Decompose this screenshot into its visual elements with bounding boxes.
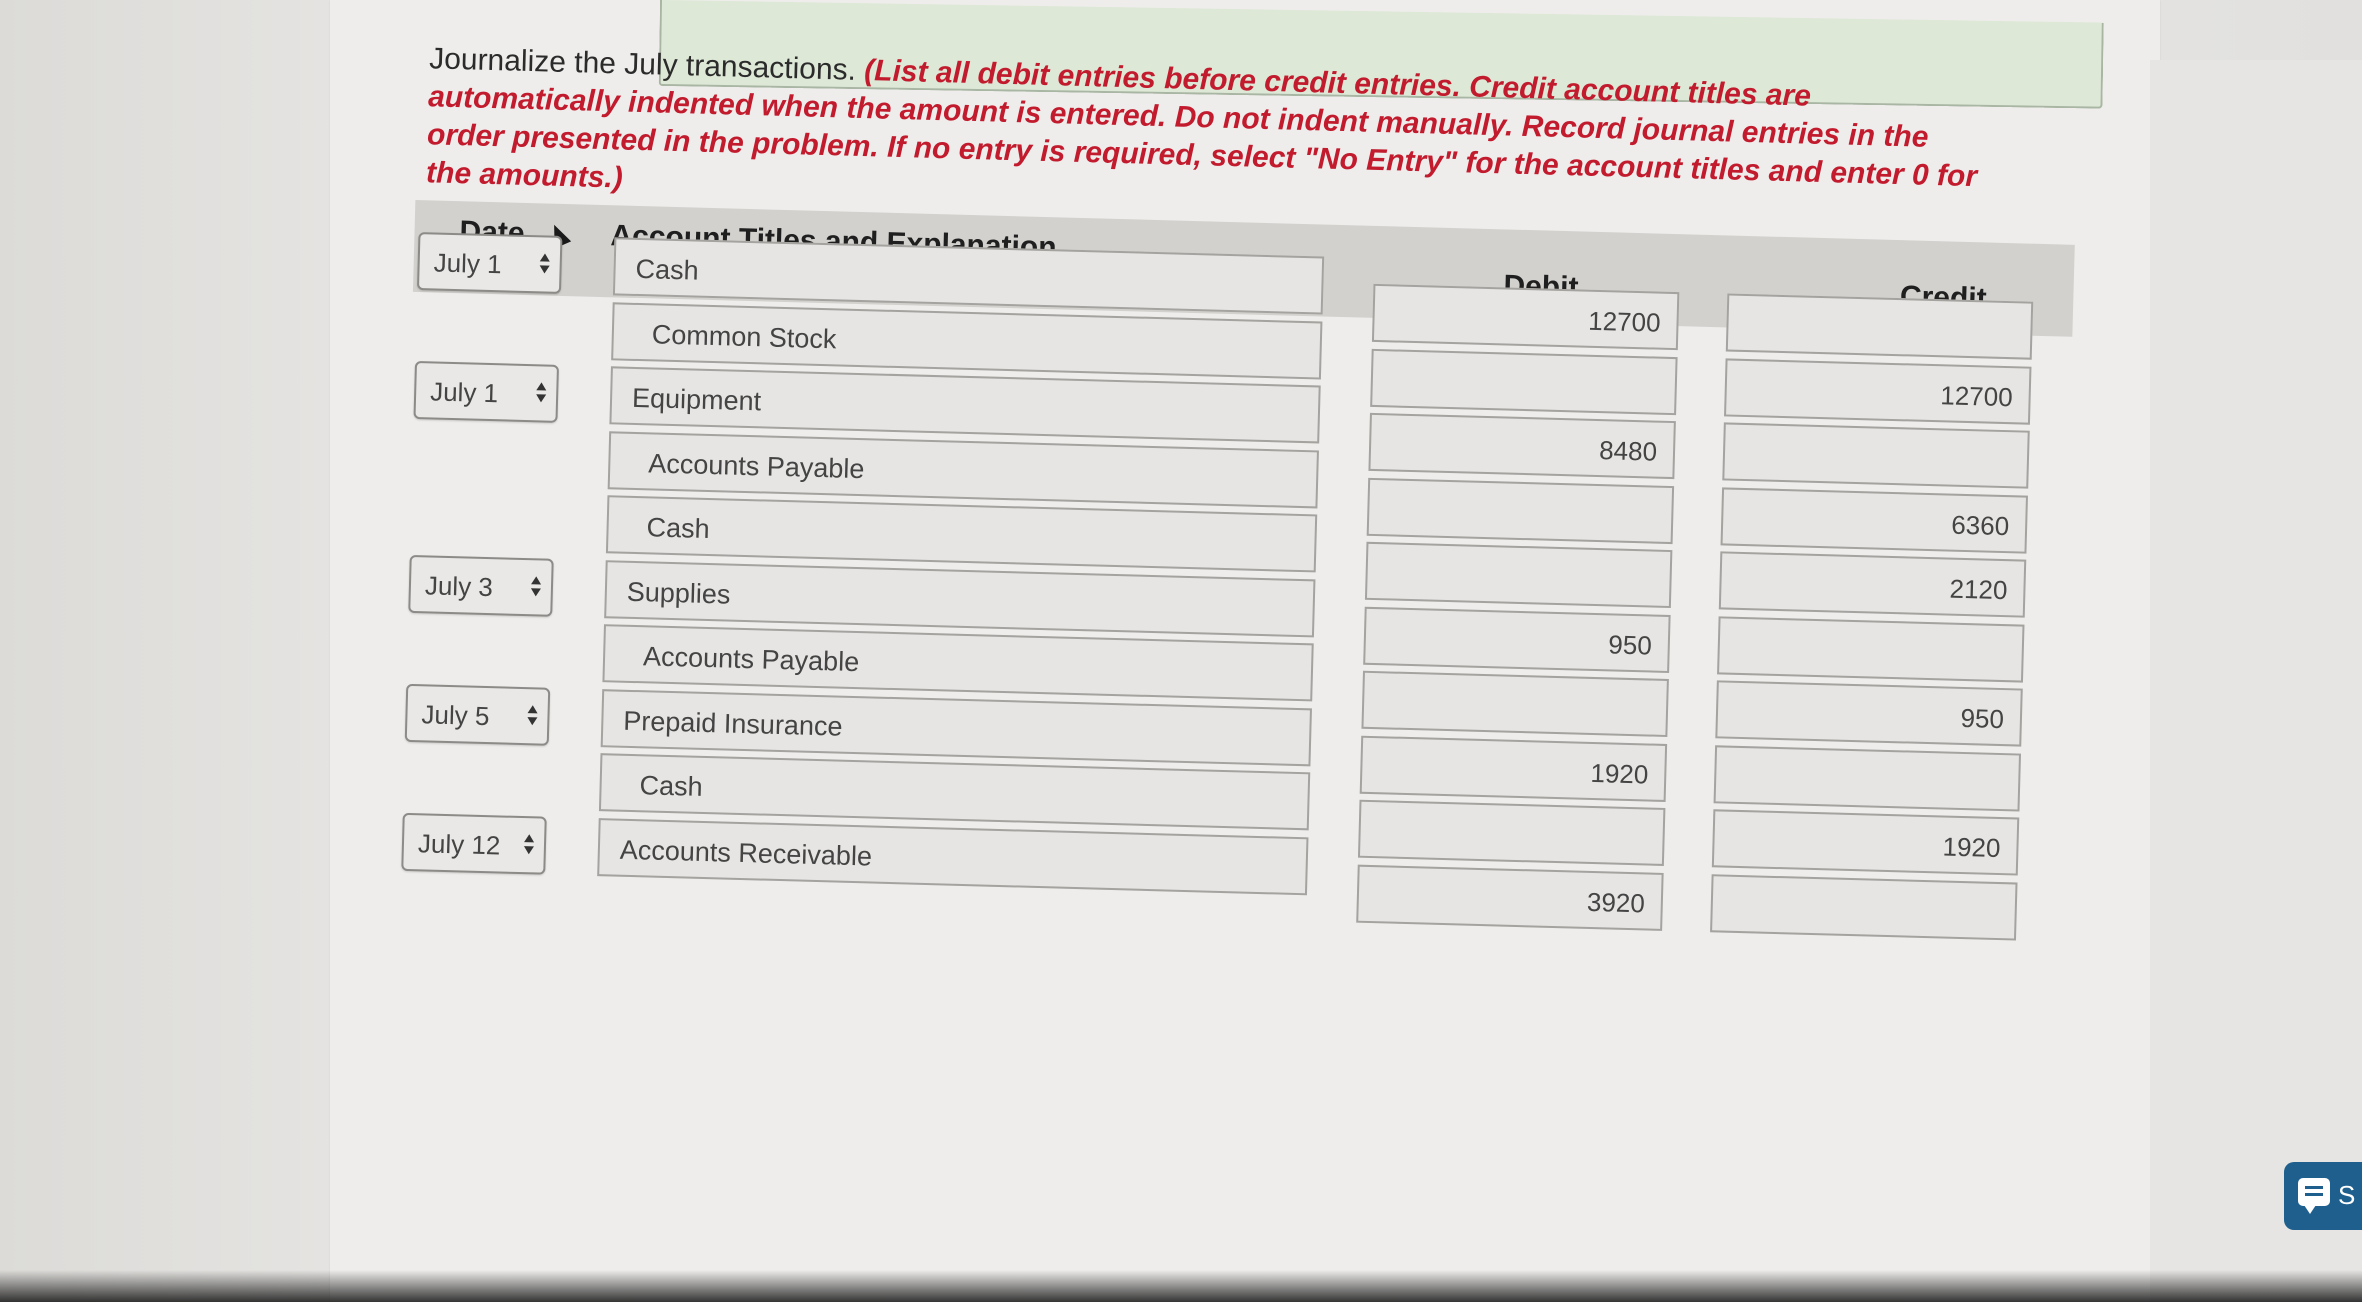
spinner-arrows-icon xyxy=(527,704,538,729)
date-select-value: July 12 xyxy=(417,827,501,860)
screen: Journalize the July transactions. (List … xyxy=(0,0,2362,1302)
chat-widget-button[interactable]: S xyxy=(2284,1162,2362,1230)
chat-icon xyxy=(2298,1178,2330,1214)
date-select-value: July 1 xyxy=(429,376,499,409)
date-select[interactable]: July 1 xyxy=(413,360,559,423)
date-select[interactable]: July 12 xyxy=(401,812,547,875)
credit-amount-field[interactable] xyxy=(1710,873,2018,941)
spinner-arrows-icon xyxy=(530,575,542,600)
right-panel xyxy=(2150,60,2362,1302)
debit-amount-field[interactable]: 3920 xyxy=(1356,864,1664,931)
chat-widget-label: S xyxy=(2338,1180,2356,1210)
spinner-arrows-icon xyxy=(539,253,550,277)
date-select-value: July 5 xyxy=(421,698,490,731)
date-select[interactable]: July 1 xyxy=(416,232,563,294)
spinner-arrows-icon xyxy=(523,833,535,858)
date-select-value: July 1 xyxy=(433,247,503,280)
date-select[interactable]: July 3 xyxy=(408,554,554,617)
spinner-arrows-icon xyxy=(535,382,547,406)
date-select[interactable]: July 5 xyxy=(404,683,551,746)
screen-bezel-shadow xyxy=(0,1270,2362,1302)
date-select-value: July 3 xyxy=(424,569,494,602)
